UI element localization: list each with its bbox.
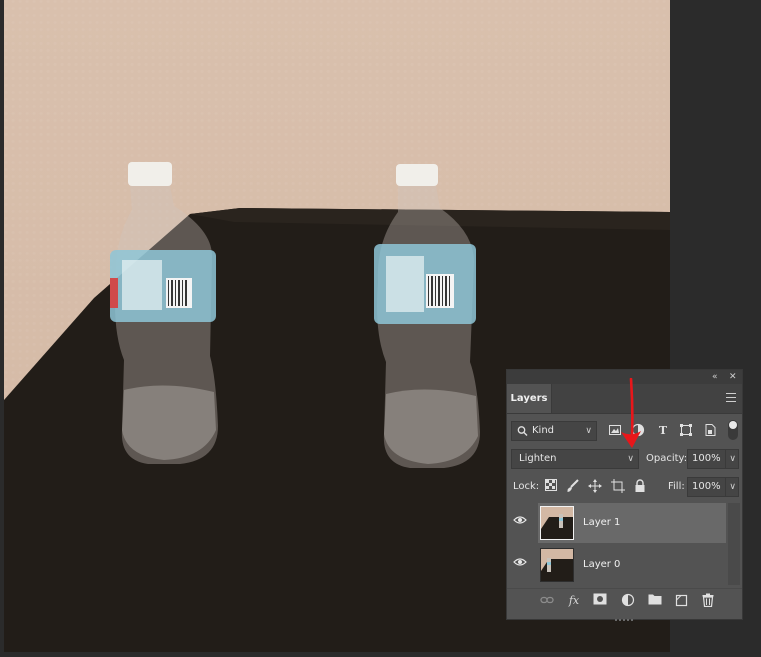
- new-layer-icon[interactable]: [673, 593, 689, 609]
- layers-scrollbar[interactable]: [728, 503, 740, 585]
- tab-layers[interactable]: Layers: [507, 384, 552, 413]
- chevron-down-icon[interactable]: ∨: [725, 450, 736, 468]
- link-layers-icon[interactable]: [539, 593, 555, 609]
- annotation-arrow: [621, 378, 641, 448]
- add-mask-icon[interactable]: [592, 593, 608, 609]
- chevron-down-icon[interactable]: ∨: [725, 478, 736, 496]
- lock-artboard-icon[interactable]: [610, 479, 626, 495]
- workspace-background-bottom: [0, 652, 761, 657]
- fill-label: Fill:: [668, 481, 685, 492]
- layer-0-name: Layer 0: [583, 559, 621, 570]
- blend-mode-dropdown[interactable]: Lighten ∨: [511, 449, 639, 469]
- lock-position-move-icon[interactable]: [587, 479, 603, 495]
- fill-field[interactable]: 100% ∨: [687, 477, 739, 497]
- shape-layer-filter-icon[interactable]: [678, 423, 694, 439]
- smart-object-filter-icon[interactable]: [702, 423, 718, 439]
- opacity-field[interactable]: 100% ∨: [687, 449, 739, 469]
- adjustment-layer-icon[interactable]: [620, 593, 636, 609]
- layer-row-layer-1[interactable]: Layer 1: [538, 503, 726, 543]
- layers-bottom-toolbar: fx: [507, 588, 742, 614]
- trash-icon[interactable]: [700, 593, 716, 609]
- lock-transparent-pixels-icon[interactable]: [543, 479, 559, 495]
- water-bottle-right: [374, 164, 480, 468]
- chevron-down-icon: ∨: [627, 454, 634, 464]
- close-panel-icon[interactable]: ✕: [729, 371, 737, 383]
- lock-all-padlock-icon[interactable]: [632, 479, 648, 495]
- panel-menu-icon[interactable]: [726, 393, 736, 402]
- fill-value: 100%: [692, 481, 721, 492]
- layer-0-visibility-eye-icon[interactable]: [513, 557, 529, 573]
- filter-kind-dropdown[interactable]: Kind ∨: [511, 421, 597, 441]
- water-bottle-left: [110, 162, 218, 464]
- filter-kind-label: Kind: [532, 425, 555, 436]
- filter-toggle-switch[interactable]: [728, 420, 738, 440]
- layer-1-visibility-eye-icon[interactable]: [513, 515, 529, 531]
- panel-resize-grip[interactable]: [615, 614, 635, 621]
- type-layer-filter-icon[interactable]: T: [655, 423, 671, 439]
- opacity-value: 100%: [692, 453, 721, 464]
- opacity-label: Opacity:: [646, 453, 688, 464]
- group-folder-icon[interactable]: [647, 593, 663, 609]
- layer-1-name: Layer 1: [583, 517, 621, 528]
- blend-mode-value: Lighten: [519, 453, 557, 464]
- layer-0-thumbnail: [540, 548, 574, 582]
- lock-image-pixels-brush-icon[interactable]: [565, 479, 581, 495]
- layer-row-layer-0[interactable]: Layer 0: [538, 545, 726, 585]
- lock-label: Lock:: [513, 481, 540, 492]
- collapse-panel-icon[interactable]: «: [712, 371, 718, 383]
- chevron-down-icon: ∨: [585, 426, 592, 436]
- search-icon: [517, 422, 528, 447]
- fx-icon[interactable]: fx: [566, 593, 582, 609]
- layer-1-thumbnail: [540, 506, 574, 540]
